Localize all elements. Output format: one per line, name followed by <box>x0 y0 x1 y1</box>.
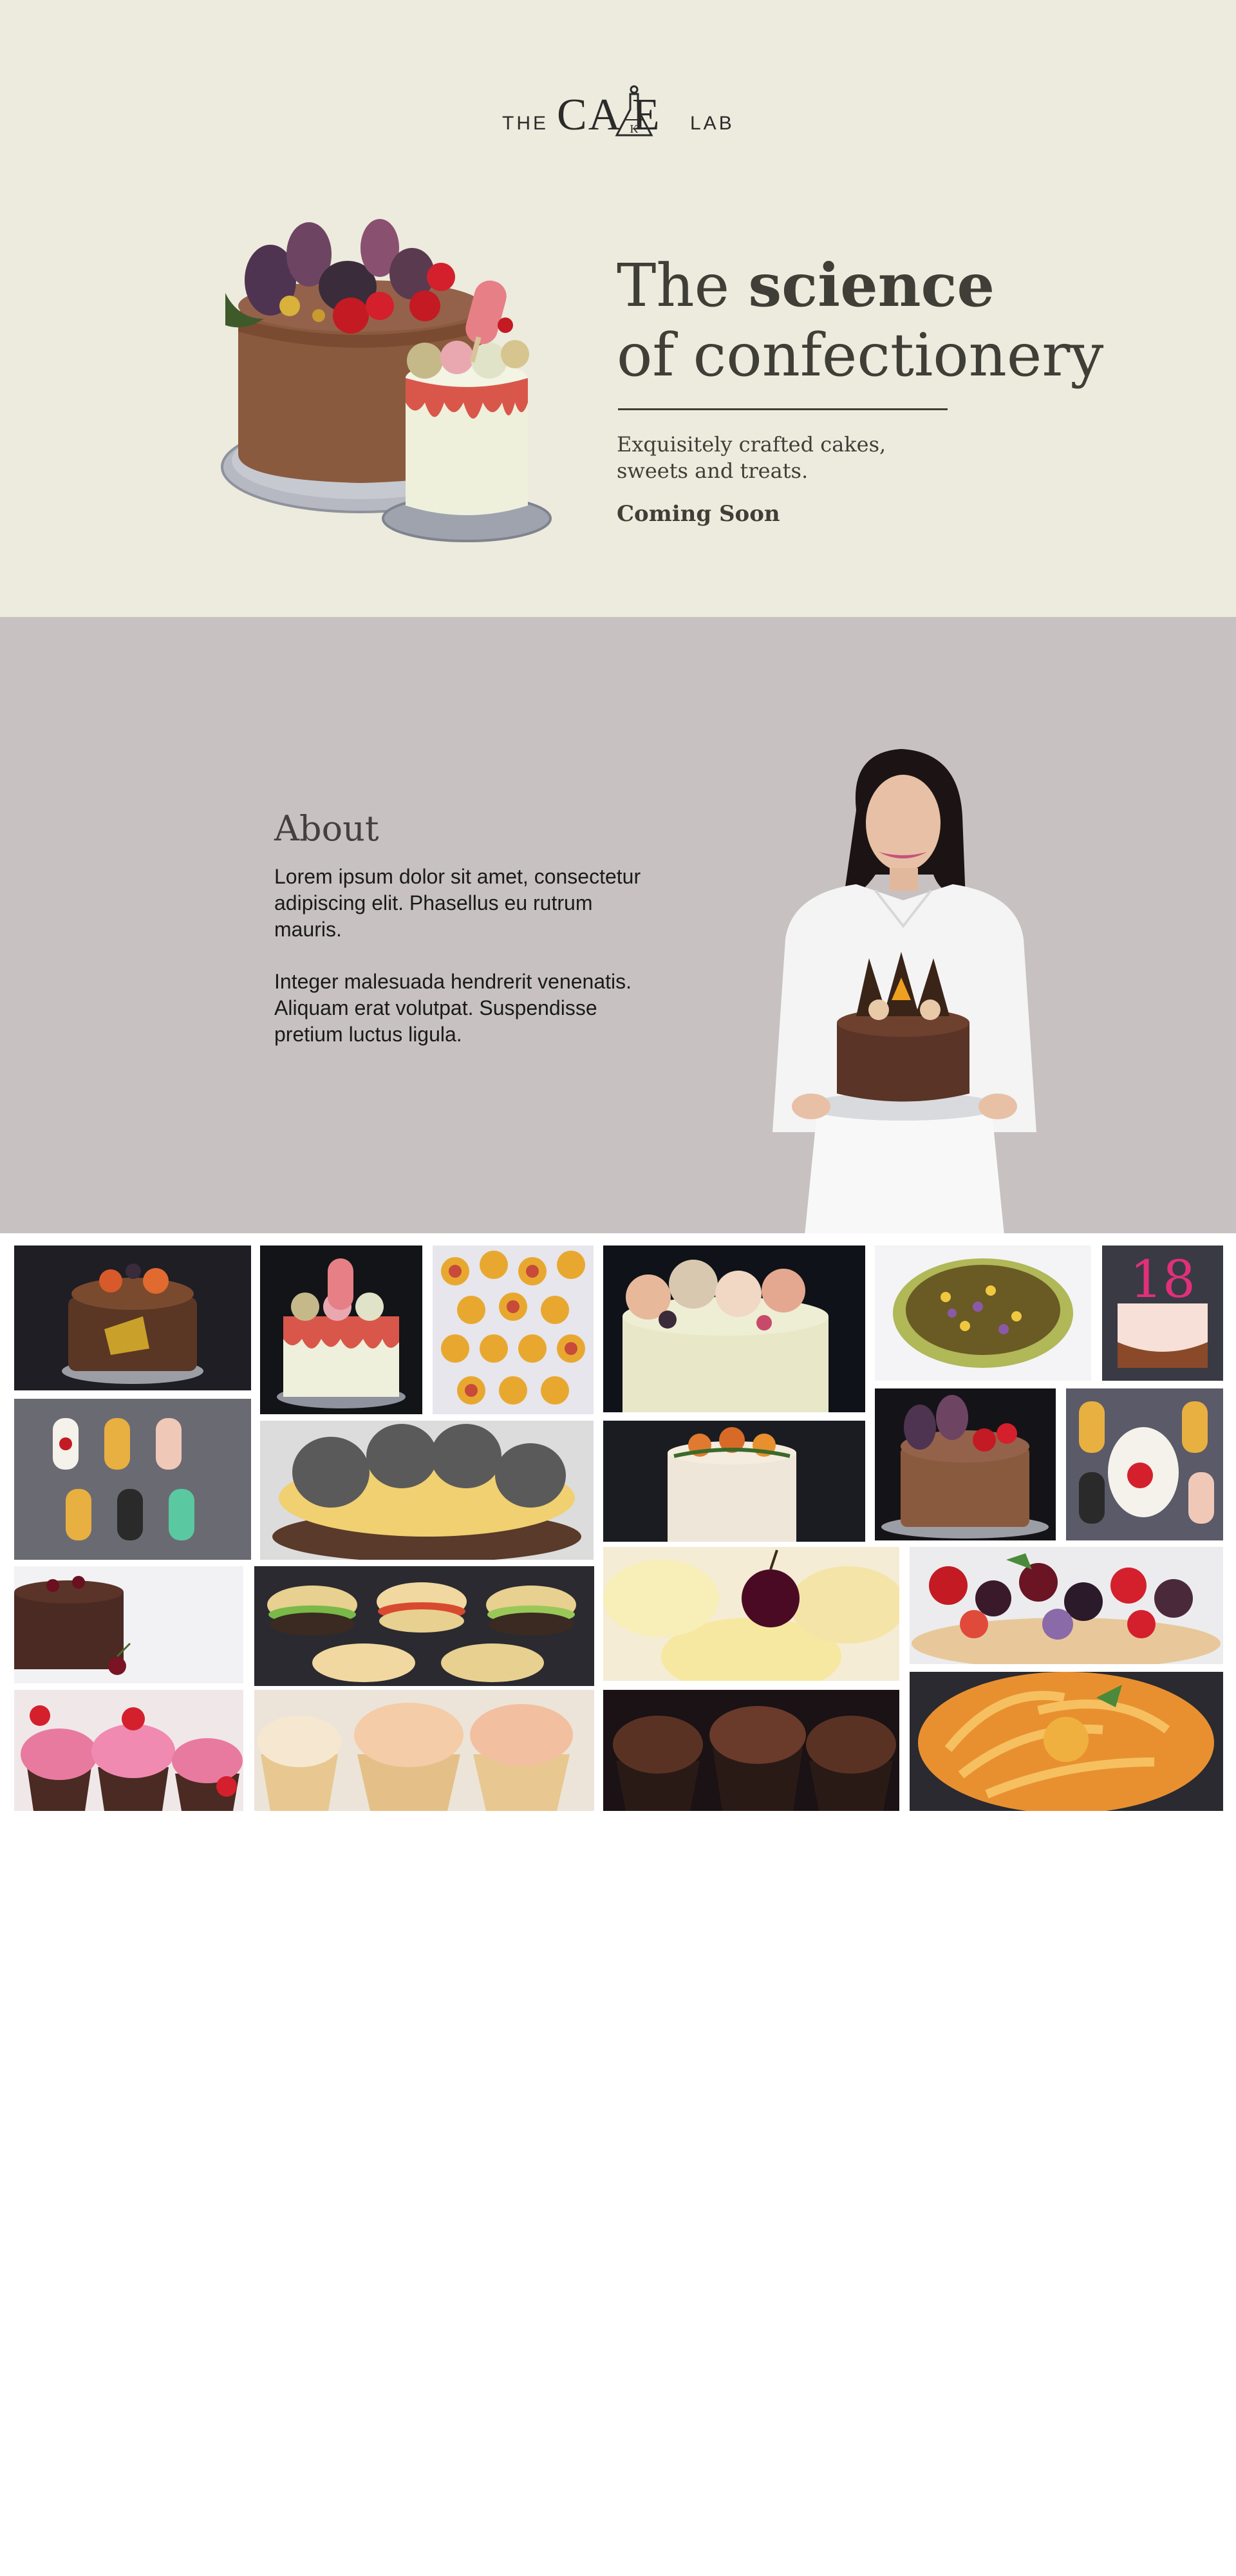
gallery-image[interactable] <box>433 1245 594 1414</box>
gallery-image[interactable] <box>603 1245 865 1412</box>
logo-lab: LAB <box>690 113 735 134</box>
gallery-image[interactable] <box>603 1421 865 1542</box>
logo-k: K <box>630 122 639 135</box>
gallery-image[interactable] <box>14 1690 243 1811</box>
gallery-image[interactable] <box>254 1690 594 1811</box>
logo-the: THE <box>502 113 548 134</box>
hero-cake-image <box>221 219 552 542</box>
gallery-image[interactable] <box>875 1388 1056 1540</box>
hero-title-plain: The <box>617 251 749 320</box>
logo[interactable]: THE CA E K LAB <box>502 84 734 142</box>
gallery-image[interactable] <box>14 1245 251 1390</box>
gallery-image[interactable] <box>603 1547 899 1681</box>
coming-soon-label: Coming Soon <box>617 501 780 527</box>
hero-divider <box>618 408 948 410</box>
svg-text:18: 18 <box>1130 1249 1195 1309</box>
flask-icon: K <box>615 85 653 137</box>
gallery-image[interactable]: 18 <box>1102 1245 1223 1381</box>
gallery-image[interactable] <box>603 1690 899 1811</box>
chef-image <box>772 749 1036 1233</box>
gallery-image[interactable] <box>14 1566 243 1683</box>
hero-subtitle: Exquisitely crafted cakes, sweets and tr… <box>617 432 886 483</box>
about-section: About Lorem ipsum dolor sit amet, consec… <box>0 617 1236 1233</box>
hero-title: The science of confectionery <box>617 251 1103 390</box>
gallery-image[interactable] <box>910 1672 1223 1811</box>
hero-title-line2: of confectionery <box>617 320 1104 390</box>
about-paragraph-1: Lorem ipsum dolor sit amet, consectetur … <box>274 865 641 941</box>
gallery-image[interactable] <box>910 1547 1223 1664</box>
hero-section: THE CA E K LAB The science of confection… <box>0 0 1236 617</box>
gallery-image[interactable] <box>875 1245 1091 1381</box>
gallery-image[interactable] <box>260 1245 422 1414</box>
about-title: About <box>274 808 379 849</box>
gallery-image[interactable] <box>254 1566 594 1686</box>
about-paragraph-2: Integer malesuada hendrerit venenatis. A… <box>274 970 632 1046</box>
hero-title-bold: science <box>748 251 995 320</box>
gallery-image[interactable] <box>14 1399 251 1560</box>
gallery-image[interactable] <box>1066 1388 1223 1540</box>
gallery-image[interactable] <box>260 1421 594 1560</box>
